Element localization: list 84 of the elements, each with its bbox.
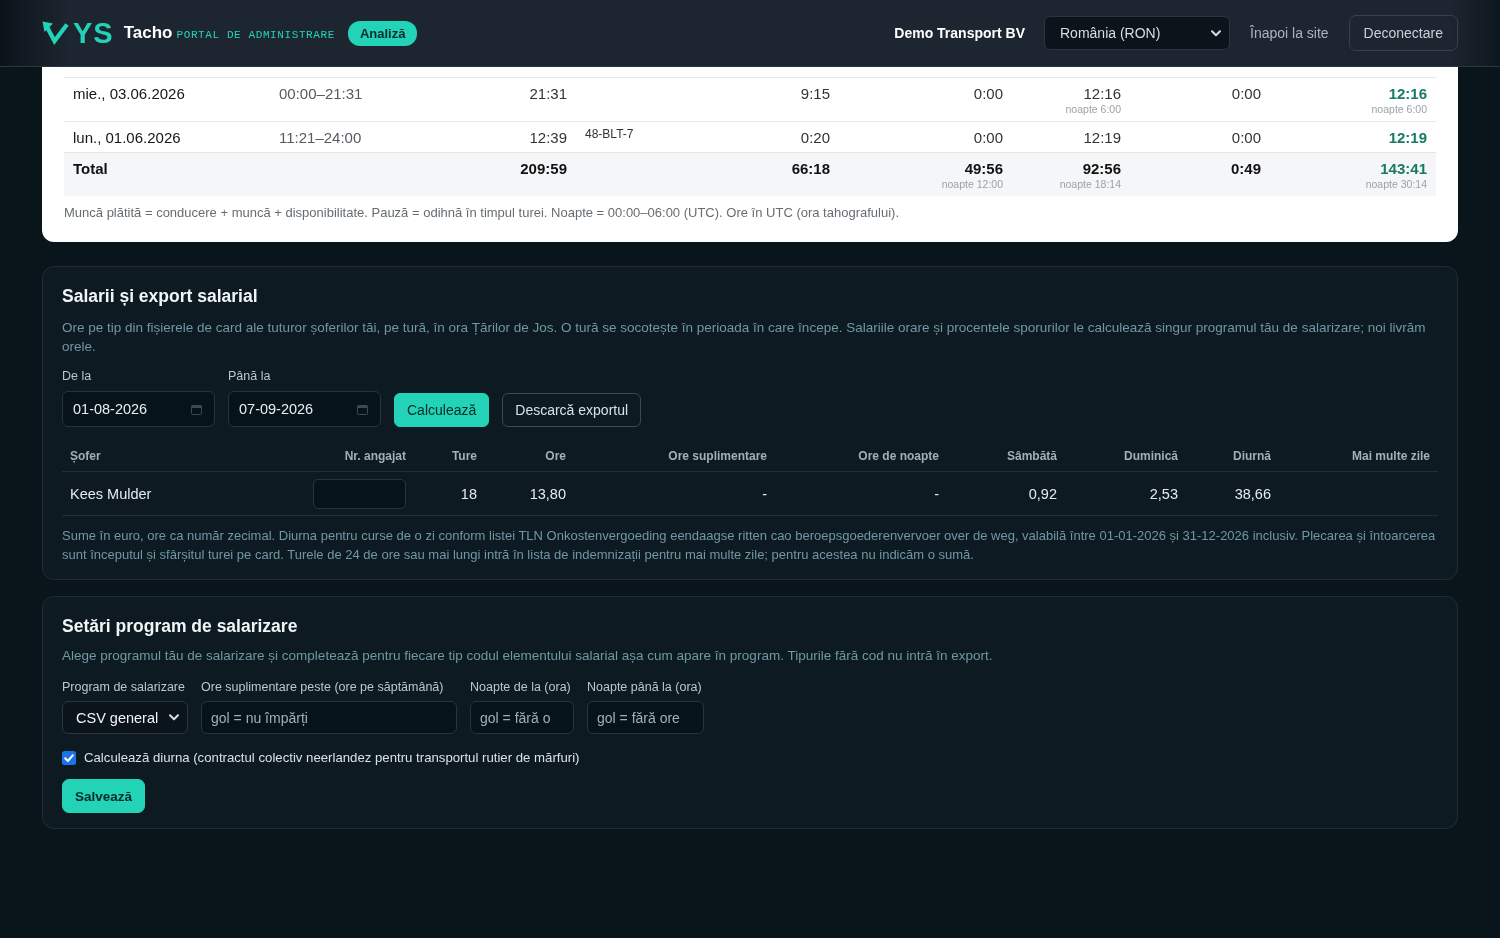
footnote: Sume în euro, ore ca număr zecimal. Diurna pentru curse de o zi conform listei TLN Onkostenvergoeding eendaagse ritten cao beroepsgoederenvervoer over de weg, valabilă între 01-01-2026 și 31-12-2026 inclusiv. Plecarea și întoarcerea sunt începutul și sfârșitul turei pe card. Turele de 24 de ore sau mai lungi intră în lista de indemnizații pentru mai multe zile; pentru acestea nu indicăm o sumă. (62, 527, 1437, 564)
table-cell: Total (73, 160, 108, 178)
table-cell: 12:39 (529, 129, 567, 147)
chevron-down-icon (1211, 29, 1221, 37)
date-field[interactable]: 07-09-2026 (228, 391, 381, 427)
table-cell: 49:56 (964, 160, 1003, 178)
table-cell: 9:15 (800, 85, 830, 103)
table-cell: 0:00 (1231, 129, 1261, 147)
table-cell: lun., 01.06.2026 (73, 129, 181, 147)
field-label: De la (62, 368, 93, 384)
table-cell: 13,80 (529, 485, 566, 502)
table-cell: 66:18 (791, 160, 830, 178)
calculate-button[interactable]: Calculează (394, 393, 490, 427)
field-label: Până la (228, 368, 272, 384)
table-cell: 12:16 (1388, 85, 1427, 103)
night-hours-note: noapte 18:14 (1059, 178, 1121, 191)
table-cell: 00:00–21:31 (279, 85, 363, 103)
section-description: Alege programul tău de salarizare și completează pentru fiecare tip codul elementului salarial așa cum apare în program. Tipurile fără cod nu intră în export. (62, 647, 994, 665)
table-cell: 0:00 (1231, 85, 1261, 103)
table-cell: 143:41 (1380, 160, 1427, 178)
logo-text: YS (73, 18, 114, 48)
column-header: Diurnă (1233, 449, 1271, 463)
table-cell: 209:59 (520, 160, 567, 178)
input-field[interactable]: gol = fără o (470, 701, 574, 734)
table-cell: 11:21–24:00 (279, 129, 362, 147)
table-cell: Kees Mulder (70, 485, 152, 502)
table-cell: 21:31 (529, 85, 567, 103)
column-header: Duminică (1124, 449, 1178, 463)
table-cell: 0:00 (973, 129, 1003, 147)
field-label: Ore suplimentare peste (ore pe săptămână) (201, 679, 445, 695)
section-description: Ore pe tip din fișierele de card ale tuturor șoferilor tăi, pe tură, în ora Țărilor de Jos. O tură se socotește în perioada în care începe. Salariile orare și procentele sporurilor le calculează singur programul tău de salarizare; noi livrăm orele. (62, 319, 1427, 356)
input-field[interactable]: gol = nu împărți (201, 701, 457, 734)
checkbox[interactable] (62, 750, 76, 765)
table-cell-text: 48-BLT-7 (585, 126, 634, 143)
night-hours-note: noapte 6:00 (1371, 103, 1427, 116)
table-cell: 38,66 (1234, 485, 1271, 502)
chevron-down-icon (169, 714, 179, 721)
column-header: Ore suplimentare (668, 449, 767, 463)
column-header: Ture (451, 449, 477, 463)
column-header: Șofer (70, 449, 101, 463)
night-hours-note: noapte 30:14 (1365, 178, 1427, 191)
field-label: Noapte de la (ora) (470, 679, 572, 695)
column-header: Sâmbătă (1006, 449, 1057, 463)
table-cell: 12:19 (1083, 129, 1121, 147)
table-cell: 92:56 (1082, 160, 1121, 178)
table-cell: - (762, 485, 767, 502)
save-button[interactable]: Salvează (62, 779, 146, 813)
input-field[interactable]: gol = fără ore (587, 701, 704, 734)
field-label: Noapte până la (ora) (587, 679, 703, 695)
region-select[interactable]: România (RON) (1044, 16, 1230, 50)
section-title: Salarii și export salarial (62, 285, 259, 307)
table-cell: 12:16 (1083, 85, 1121, 103)
brand-name: Tacho (123, 23, 173, 43)
footnote: Muncă plătită = conducere + muncă + disponibilitate. Pauză = odihnă în timpul turei. Noapte = 00:00–06:00 (UTC). Ore în UTC (ora tahografului). (64, 205, 900, 221)
night-hours-note: noapte 6:00 (1065, 103, 1121, 116)
field-label: Program de salarizare (62, 679, 186, 695)
checkbox-label: Calculează diurna (contractul colectiv neerlandez pentru transportul rutier de mărfuri) (84, 750, 580, 765)
column-header: Nr. angajat (344, 449, 406, 463)
table-cell: 2,53 (1149, 485, 1178, 502)
table-cell: 0,92 (1028, 485, 1057, 502)
calendar-icon (357, 403, 368, 415)
column-header: Ore (545, 449, 566, 463)
download-button[interactable]: Descarcă exportul (502, 393, 642, 427)
payroll-program-select[interactable]: CSV general (62, 701, 188, 734)
table-cell: 0:20 (800, 129, 830, 147)
nav-pill[interactable]: Analiză (347, 20, 418, 46)
table-cell: 0:00 (973, 85, 1003, 103)
calendar-icon (191, 403, 202, 415)
brand-tagline: PORTAL DE ADMINISTRARE (176, 28, 335, 41)
date-field[interactable]: 01-08-2026 (62, 391, 215, 427)
column-header: Ore de noapte (858, 449, 939, 463)
column-header: Mai multe zile (1351, 449, 1430, 463)
logout-button[interactable]: Deconectare (1348, 15, 1458, 51)
back-link[interactable]: Înapoi la site (1250, 25, 1329, 41)
night-hours-note: noapte 12:00 (941, 178, 1003, 191)
employee-number-field[interactable] (313, 478, 406, 509)
table-cell: mie., 03.06.2026 (73, 85, 185, 103)
company-name: Demo Transport BV (894, 25, 1025, 41)
table-cell: - (934, 485, 939, 502)
table-cell: 0:49 (1230, 160, 1261, 178)
arrow-check-icon (42, 21, 69, 45)
section-title: Setări program de salarizare (62, 615, 299, 637)
table-cell: 12:19 (1388, 129, 1427, 147)
table-cell: 18 (460, 485, 477, 502)
